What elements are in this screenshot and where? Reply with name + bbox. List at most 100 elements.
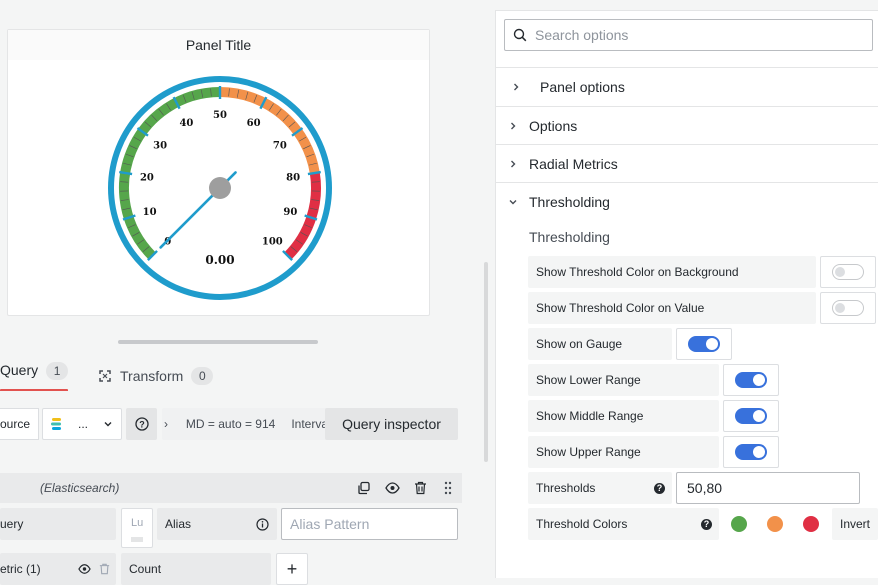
switch[interactable] (735, 372, 767, 388)
query-inspector-button[interactable]: Query inspector (325, 408, 458, 440)
alias-label-text: Alias (165, 508, 191, 540)
tab-transform[interactable]: Transform 0 (98, 362, 213, 390)
copy-icon (357, 481, 371, 495)
gauge-tick-label: 100 (262, 236, 283, 247)
section-label: Radial Metrics (529, 156, 618, 172)
section-label: Panel options (540, 79, 625, 95)
option-label: Show Upper Range (528, 436, 719, 468)
gauge-tick-label: 10 (143, 207, 157, 218)
question-circle-icon: ? (135, 417, 149, 431)
chevron-down-icon (103, 419, 113, 429)
color-picker-high[interactable] (795, 508, 827, 540)
search-input[interactable] (533, 26, 853, 44)
scrollbar[interactable] (484, 262, 488, 462)
datasource-picker[interactable]: ... (42, 408, 122, 440)
panel: Panel Title 01020304050607080901000.00 (7, 29, 430, 316)
switch[interactable] (735, 444, 767, 460)
transform-icon (98, 369, 112, 383)
query-inspector-label: Query inspector (342, 416, 441, 432)
switch[interactable] (832, 300, 864, 316)
tab-transform-count: 0 (191, 367, 213, 385)
duplicate-query-button[interactable] (350, 481, 378, 495)
section-thresholding[interactable]: Thresholding (496, 182, 878, 220)
eye-icon (385, 481, 400, 495)
gauge-hub (209, 177, 231, 199)
question-circle-icon[interactable]: ? (701, 519, 712, 530)
metric-label[interactable]: etric (1) (0, 553, 116, 585)
lucene-placeholder: Lu (131, 517, 143, 529)
subsection-title: Thresholding (529, 229, 610, 245)
data-source-label: ource (0, 408, 39, 440)
question-circle-icon[interactable]: ? (654, 483, 665, 494)
search-icon (513, 28, 527, 42)
thresholds-label: Thresholds ? (528, 472, 672, 504)
gauge-tick-label: 30 (153, 141, 167, 152)
chevron-right-icon: › (162, 417, 170, 431)
thresholds-input[interactable]: 50,80 (676, 472, 860, 504)
metric-label-text: etric (1) (0, 553, 41, 585)
panel-title[interactable]: Panel Title (8, 30, 429, 60)
threshold-colors-label: Threshold Colors ? (528, 508, 719, 540)
pane-resize-handle[interactable] (118, 340, 318, 344)
chevron-down-icon (496, 198, 529, 206)
tab-query-label: Query (0, 362, 38, 378)
query-row-header[interactable]: (Elasticsearch) (0, 473, 462, 503)
tab-query[interactable]: Query 1 (0, 362, 68, 390)
gauge-tick-label: 70 (273, 141, 287, 152)
max-data-points-info: MD = auto = 914 (186, 417, 275, 431)
gauge-tick-label: 20 (140, 172, 154, 183)
search-options[interactable] (504, 19, 873, 51)
trash-icon[interactable] (99, 563, 110, 575)
elasticsearch-icon (51, 417, 63, 431)
tab-query-count: 1 (46, 362, 68, 380)
switch[interactable] (735, 408, 767, 424)
threshold-colors-label-text: Threshold Colors (536, 517, 627, 531)
section-panel-options[interactable]: Panel options (496, 67, 878, 105)
toggle-query-visibility-button[interactable] (378, 481, 406, 495)
help-button[interactable]: ? (126, 408, 157, 440)
section-options[interactable]: Options (496, 106, 878, 144)
gauge: 01020304050607080901000.00 (104, 72, 336, 304)
eye-icon[interactable] (78, 563, 91, 575)
option-label: Show on Gauge (528, 328, 672, 360)
gauge-tick-label: 50 (213, 110, 227, 121)
color-swatch-green[interactable] (731, 516, 747, 532)
info-circle-icon[interactable] (256, 518, 269, 531)
add-metric-button[interactable]: + (276, 553, 308, 585)
input-scrollbar (131, 537, 143, 542)
gauge-tick-label: 40 (179, 118, 193, 129)
metric-type-count[interactable]: Count (121, 553, 271, 585)
color-picker-low[interactable] (723, 508, 755, 540)
gauge-tick-label: 60 (247, 118, 261, 129)
tab-transform-label: Transform (120, 368, 183, 384)
option-label: Show Threshold Color on Background (528, 256, 816, 288)
section-label: Thresholding (529, 194, 610, 210)
query-options-bar[interactable]: › MD = auto = 914 Interva (162, 408, 328, 440)
toggle-threshold-color-background[interactable] (820, 256, 876, 288)
gauge-value: 0.00 (205, 253, 234, 267)
invert-button[interactable]: Invert (832, 508, 878, 540)
color-picker-mid[interactable] (759, 508, 791, 540)
color-swatch-red[interactable] (803, 516, 819, 532)
toggle-show-middle-range[interactable] (723, 400, 779, 432)
thresholds-label-text: Thresholds (536, 481, 595, 495)
option-label: Show Middle Range (528, 400, 719, 432)
toggle-show-lower-range[interactable] (723, 364, 779, 396)
lucene-query-input[interactable]: Lu (121, 508, 153, 548)
drag-handle-icon (444, 481, 452, 495)
switch[interactable] (688, 336, 720, 352)
alias-input[interactable]: Alias Pattern (281, 508, 458, 540)
switch[interactable] (832, 264, 864, 280)
delete-query-button[interactable] (406, 481, 434, 495)
color-swatch-orange[interactable] (767, 516, 783, 532)
option-label: Show Lower Range (528, 364, 719, 396)
section-radial-metrics[interactable]: Radial Metrics (496, 144, 878, 182)
interval-info: Interva (291, 417, 328, 431)
chevron-right-icon (496, 82, 536, 92)
toggle-show-upper-range[interactable] (723, 436, 779, 468)
chevron-right-icon (496, 121, 529, 131)
toggle-threshold-color-value[interactable] (820, 292, 876, 324)
query-row-datasource: (Elasticsearch) (40, 481, 350, 495)
drag-handle[interactable] (434, 481, 462, 495)
toggle-show-on-gauge[interactable] (676, 328, 732, 360)
